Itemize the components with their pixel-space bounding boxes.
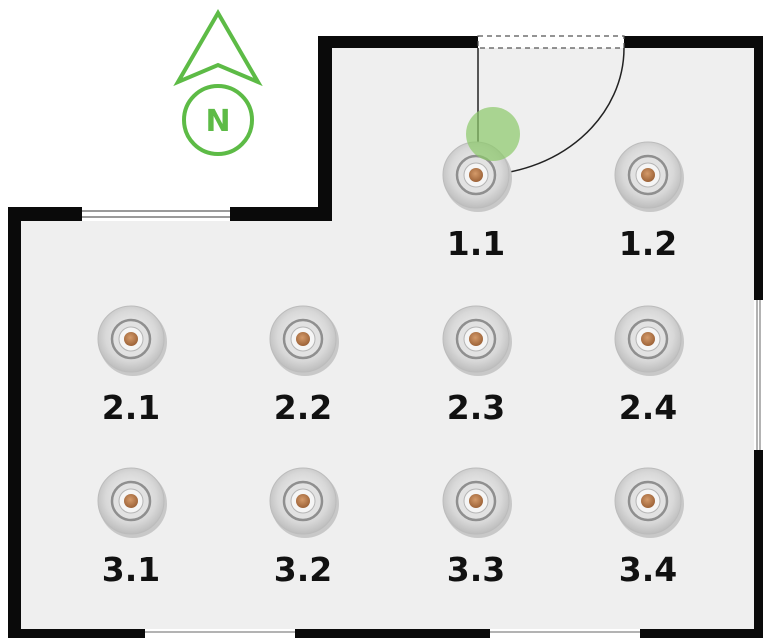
lamp-bulb bbox=[296, 494, 310, 508]
lamp-label: 1.1 bbox=[447, 224, 505, 263]
window-upper-left bbox=[82, 207, 230, 221]
lamp-bulb bbox=[124, 494, 138, 508]
lamp-label: 2.4 bbox=[619, 388, 677, 427]
lamp-label: 2.1 bbox=[102, 388, 160, 427]
lamp-label: 2.2 bbox=[274, 388, 332, 427]
compass-letter: N bbox=[205, 104, 230, 139]
lamp-bulb bbox=[124, 332, 138, 346]
lamp-bulb bbox=[469, 494, 483, 508]
wall-top-right-segment bbox=[624, 36, 763, 48]
lamp-bulb bbox=[641, 168, 655, 182]
wall-top-left-segment bbox=[318, 36, 478, 48]
window-right-wall bbox=[754, 300, 763, 450]
lamp-bulb bbox=[469, 332, 483, 346]
lamp-label: 3.1 bbox=[102, 550, 160, 589]
lamp-label: 3.4 bbox=[619, 550, 677, 589]
lamp-label: 3.2 bbox=[274, 550, 332, 589]
wall-bottom bbox=[8, 629, 763, 638]
position-marker-icon[interactable] bbox=[466, 107, 520, 161]
lamp-bulb bbox=[469, 168, 483, 182]
floor-plan: N 1.1 1.2 2.1 2.2 2.3 2.4 3.1 3.2 3.3 3.4 bbox=[8, 9, 763, 638]
lamp-bulb bbox=[641, 494, 655, 508]
wall-notch-vertical bbox=[318, 36, 332, 221]
lamp-label: 3.3 bbox=[447, 550, 505, 589]
lamp-bulb bbox=[641, 332, 655, 346]
lamp-bulb bbox=[296, 332, 310, 346]
wall-left bbox=[8, 207, 21, 638]
lamp-label: 1.2 bbox=[619, 224, 677, 263]
lamp-label: 2.3 bbox=[447, 388, 505, 427]
